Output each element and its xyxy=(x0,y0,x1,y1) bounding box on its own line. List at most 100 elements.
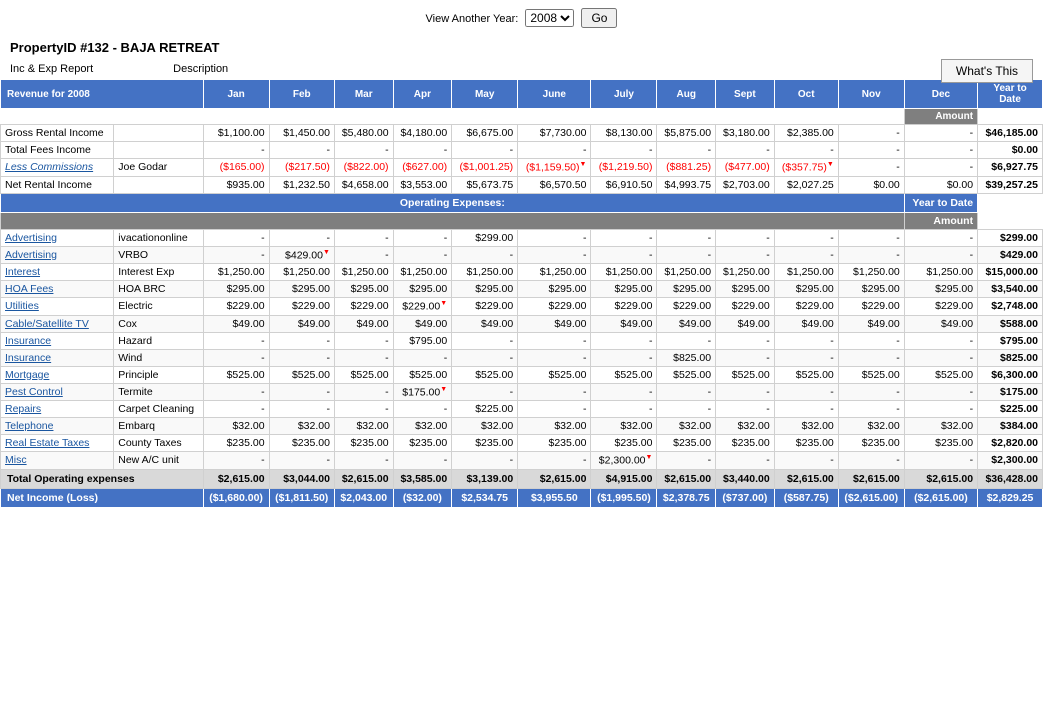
month-cell: $3,180.00 xyxy=(716,125,775,142)
month-cell: ($217.50) xyxy=(269,159,334,177)
table-cell[interactable]: Advertising xyxy=(1,246,114,264)
table-cell[interactable]: Telephone xyxy=(1,418,114,435)
month-cell: $49.00 xyxy=(657,315,716,332)
month-cell: $525.00 xyxy=(591,366,657,383)
table-cell: $2,820.00 xyxy=(978,435,1043,452)
month-cell: $229.00 xyxy=(774,298,838,316)
table-cell[interactable]: Cable/Satellite TV xyxy=(1,315,114,332)
apr-header: Apr xyxy=(393,80,452,109)
month-cell: - xyxy=(518,246,591,264)
month-cell: - xyxy=(393,452,452,470)
month-cell: $4,658.00 xyxy=(334,176,393,193)
month-cell: $295.00 xyxy=(518,281,591,298)
total-cell: $2,615.00 xyxy=(334,469,393,488)
month-cell: - xyxy=(838,142,904,159)
table-cell: $175.00 xyxy=(978,383,1043,401)
month-cell: - xyxy=(904,349,977,366)
table-cell[interactable]: Real Estate Taxes xyxy=(1,435,114,452)
month-cell: - xyxy=(203,246,269,264)
month-cell: - xyxy=(838,125,904,142)
inc-exp-label: Inc & Exp Report xyxy=(10,63,93,75)
expense-row: TelephoneEmbarq$32.00$32.00$32.00$32.00$… xyxy=(1,418,1043,435)
month-cell: $6,910.50 xyxy=(591,176,657,193)
month-cell: $7,730.00 xyxy=(518,125,591,142)
month-cell: $235.00 xyxy=(838,435,904,452)
month-cell: - xyxy=(518,349,591,366)
expense-row: Cable/Satellite TVCox$49.00$49.00$49.00$… xyxy=(1,315,1043,332)
table-cell[interactable]: Insurance xyxy=(1,349,114,366)
expense-row: InterestInterest Exp$1,250.00$1,250.00$1… xyxy=(1,264,1043,281)
month-cell: $295.00 xyxy=(393,281,452,298)
total-cell: $2,615.00 xyxy=(518,469,591,488)
table-cell[interactable]: Interest xyxy=(1,264,114,281)
year-select[interactable]: 2008 2007 2009 xyxy=(525,9,574,27)
month-cell: $175.00▼ xyxy=(393,383,452,401)
main-table: Revenue for 2008 Jan Feb Mar Apr May Jun… xyxy=(0,79,1043,508)
month-cell: $935.00 xyxy=(203,176,269,193)
whats-this-button[interactable]: What's This xyxy=(941,59,1033,83)
month-cell: - xyxy=(774,246,838,264)
month-cell: $825.00 xyxy=(657,349,716,366)
table-cell: $225.00 xyxy=(978,401,1043,418)
table-cell[interactable]: HOA Fees xyxy=(1,281,114,298)
table-cell: $825.00 xyxy=(978,349,1043,366)
table-cell[interactable]: Advertising xyxy=(1,229,114,246)
table-cell[interactable]: Misc xyxy=(1,452,114,470)
month-cell: $8,130.00 xyxy=(591,125,657,142)
month-cell: $5,875.00 xyxy=(657,125,716,142)
table-cell[interactable]: Insurance xyxy=(1,332,114,349)
month-cell: $1,250.00 xyxy=(591,264,657,281)
month-cell: $49.00 xyxy=(269,315,334,332)
total-operating-row: Total Operating expenses$2,615.00$3,044.… xyxy=(1,469,1043,488)
month-cell: - xyxy=(716,142,775,159)
table-cell: $588.00 xyxy=(978,315,1043,332)
revenue-row: Gross Rental Income$1,100.00$1,450.00$5,… xyxy=(1,125,1043,142)
month-cell: - xyxy=(203,229,269,246)
month-cell: - xyxy=(904,229,977,246)
month-cell: $0.00 xyxy=(904,176,977,193)
month-cell: - xyxy=(774,383,838,401)
month-cell: $229.00 xyxy=(591,298,657,316)
table-cell[interactable]: Less Commissions xyxy=(1,159,114,177)
month-cell: $295.00 xyxy=(203,281,269,298)
month-cell: $235.00 xyxy=(591,435,657,452)
month-cell: $525.00 xyxy=(838,366,904,383)
month-cell: - xyxy=(838,383,904,401)
month-cell: $229.00 xyxy=(203,298,269,316)
description-label: Description xyxy=(173,63,228,75)
net-income-cell: $2,534.75 xyxy=(452,488,518,507)
month-cell: - xyxy=(591,246,657,264)
month-cell: $49.00 xyxy=(393,315,452,332)
opex-amount-label: Amount xyxy=(904,212,977,229)
table-cell[interactable]: Utilities xyxy=(1,298,114,316)
month-cell: - xyxy=(904,125,977,142)
month-cell: $2,703.00 xyxy=(716,176,775,193)
table-cell[interactable]: Repairs xyxy=(1,401,114,418)
table-cell[interactable]: Pest Control xyxy=(1,383,114,401)
month-cell: $229.00▼ xyxy=(393,298,452,316)
table-cell: $795.00 xyxy=(978,332,1043,349)
month-cell: $6,570.50 xyxy=(518,176,591,193)
month-cell: - xyxy=(518,452,591,470)
month-cell: - xyxy=(716,383,775,401)
month-cell: $32.00 xyxy=(774,418,838,435)
month-cell: $32.00 xyxy=(452,418,518,435)
month-cell: - xyxy=(203,142,269,159)
month-cell: ($822.00) xyxy=(334,159,393,177)
month-cell: $32.00 xyxy=(269,418,334,435)
revenue-header: Revenue for 2008 xyxy=(1,80,204,109)
month-cell: $5,480.00 xyxy=(334,125,393,142)
month-cell: $235.00 xyxy=(203,435,269,452)
month-cell: - xyxy=(838,159,904,177)
table-cell: $46,185.00 xyxy=(978,125,1043,142)
table-cell[interactable]: Mortgage xyxy=(1,366,114,383)
table-cell: County Taxes xyxy=(114,435,203,452)
month-cell: $525.00 xyxy=(774,366,838,383)
table-cell: $429.00 xyxy=(978,246,1043,264)
july-header: July xyxy=(591,80,657,109)
month-cell: $32.00 xyxy=(716,418,775,435)
month-cell: $525.00 xyxy=(334,366,393,383)
month-cell: $235.00 xyxy=(774,435,838,452)
month-cell: $1,250.00 xyxy=(716,264,775,281)
go-button[interactable]: Go xyxy=(581,8,617,28)
